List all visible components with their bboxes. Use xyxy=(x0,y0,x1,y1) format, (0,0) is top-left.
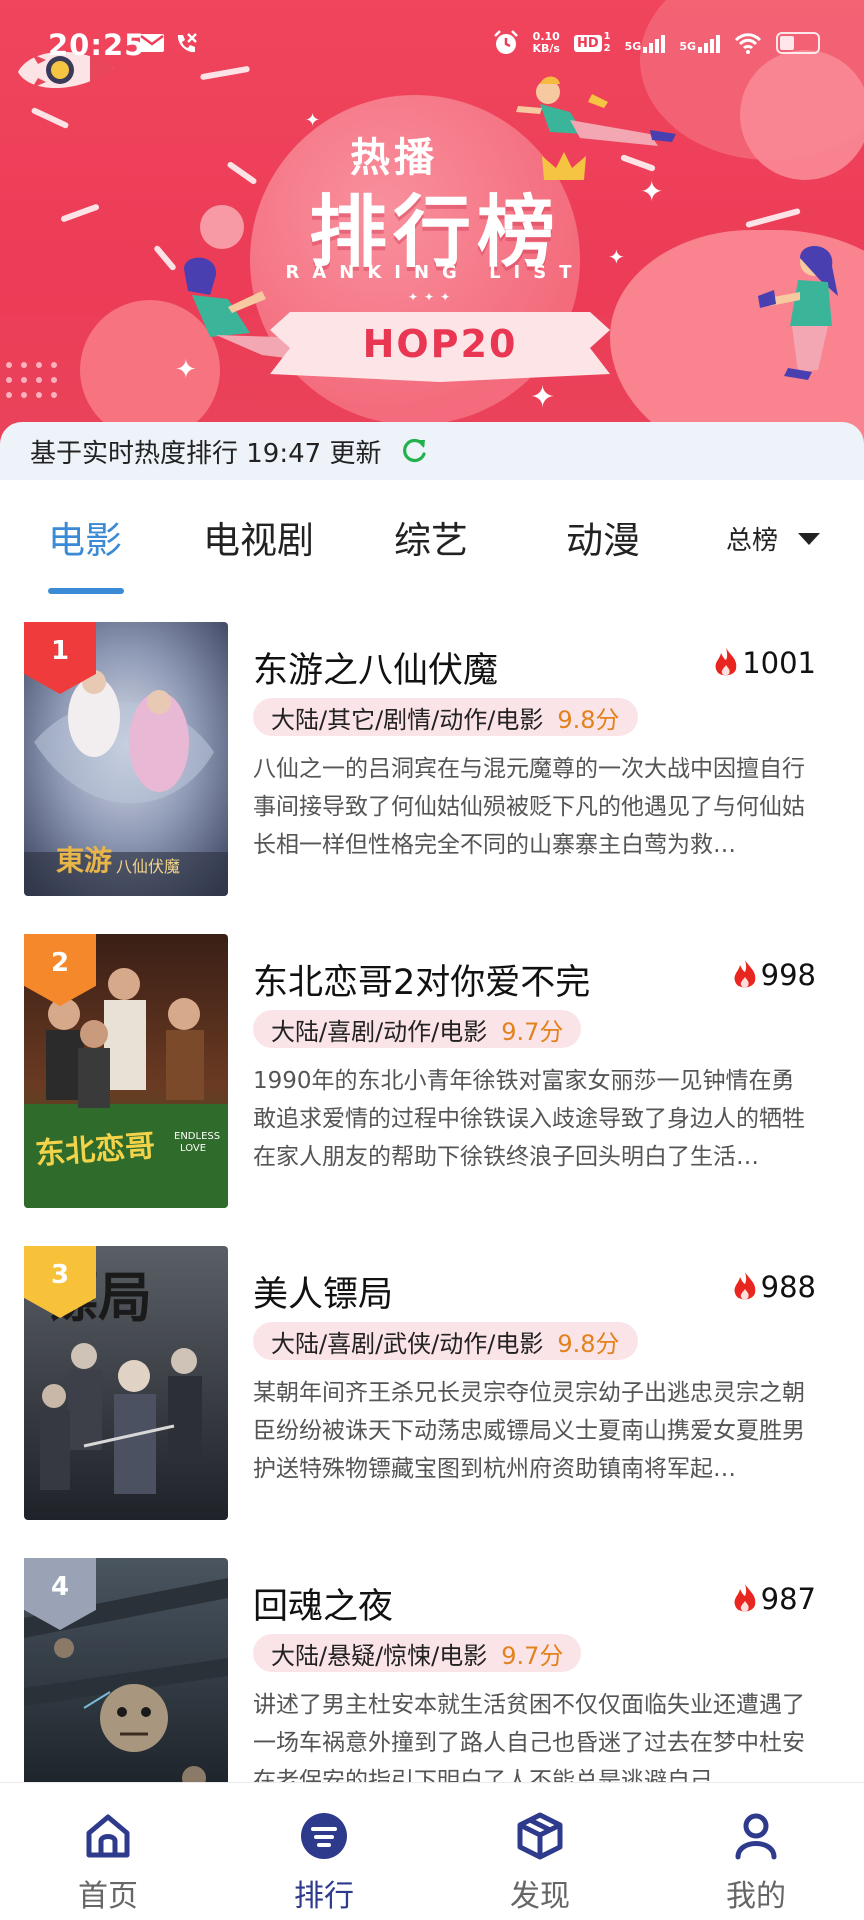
flame-icon xyxy=(734,1584,755,1612)
update-info-bar: 基于实时热度排行 19:47 更新 xyxy=(0,422,864,480)
hot-score: 998 xyxy=(731,958,816,992)
genre-tag: 大陆/悬疑/惊悚/电影 9.7分 xyxy=(253,1634,582,1672)
sparkle-icon: ✦ xyxy=(530,380,556,415)
list-item[interactable]: 东北恋哥 ENDLESS LOVE 2 东北恋哥2对你爱不完 998 大陆/喜剧… xyxy=(0,914,864,1226)
movie-description: 讲述了男主杜安本就生活贫困不仅仅面临失业还遭遇了一场车祸意外撞到了路人自己也昏迷… xyxy=(253,1692,805,1782)
status-time: 20:25 xyxy=(48,28,146,62)
sim2-signal: 5G xyxy=(679,33,720,53)
list-item[interactable]: 東游 八仙伏魔 1 东游之八仙伏魔 1001 大陆/其它/剧情/动作/电影 9.… xyxy=(0,602,864,914)
active-tab-indicator xyxy=(48,588,124,594)
home-icon xyxy=(86,1814,130,1858)
status-bar: 20:25 0.10 KB/s HD 12 5G 5G xyxy=(0,0,864,90)
sparkle-icon: ✦ xyxy=(305,110,321,131)
nav-ranking[interactable]: 排行 xyxy=(264,1809,384,1915)
movie-description: 某朝年间齐王杀兄长灵宗夺位灵宗幼子出逃忠灵宗之朝臣纷纷被诛天下动荡忠威镖局义士夏… xyxy=(253,1380,805,1482)
movie-title[interactable]: 美人镖局 xyxy=(253,1266,393,1317)
discover-box-icon xyxy=(517,1812,563,1860)
hero-bg-dot xyxy=(200,205,244,249)
movie-title[interactable]: 回魂之夜 xyxy=(253,1578,393,1629)
genre-text: 大陆/喜剧/武侠/动作/电影 xyxy=(271,1329,544,1358)
confetti xyxy=(226,160,258,186)
signal-bars-icon xyxy=(698,33,720,53)
sim1-label: 5G xyxy=(624,40,642,53)
genre-text: 大陆/喜剧/动作/电影 xyxy=(271,1017,488,1046)
hot-value: 1001 xyxy=(742,646,816,680)
sparkle-icon: ✦ xyxy=(608,245,625,269)
tab-anime[interactable]: 动漫 xyxy=(566,510,640,564)
ranking-scope-dropdown[interactable]: 总榜 xyxy=(726,520,820,557)
tab-tv-series[interactable]: 电视剧 xyxy=(203,510,314,564)
hot-value: 988 xyxy=(760,1270,816,1304)
genre-tag: 大陆/喜剧/动作/电影 9.7分 xyxy=(253,1010,582,1048)
rating-score: 9.7分 xyxy=(501,1017,564,1046)
hot-value: 998 xyxy=(760,958,816,992)
ranking-list: 東游 八仙伏魔 1 东游之八仙伏魔 1001 大陆/其它/剧情/动作/电影 9.… xyxy=(0,602,864,1782)
nav-discover-label: 发现 xyxy=(510,1879,570,1914)
ranking-icon xyxy=(301,1813,347,1859)
hot-score: 987 xyxy=(731,1582,816,1616)
update-time-text: 基于实时热度排行 19:47 更新 xyxy=(30,438,382,469)
hot-score: 988 xyxy=(731,1270,816,1304)
refresh-icon[interactable] xyxy=(399,436,429,466)
network-speed-unit: KB/s xyxy=(532,42,560,55)
caret-down-icon xyxy=(798,532,820,545)
sim1-signal: 5G xyxy=(625,33,666,53)
rating-score: 9.8分 xyxy=(557,705,620,734)
list-item[interactable]: 4 回魂之夜 987 大陆/悬疑/惊悚/电影 9.7分 讲述了男主杜安本就生活贫… xyxy=(0,1538,864,1782)
genre-tag: 大陆/其它/剧情/动作/电影 9.8分 xyxy=(253,698,638,736)
movie-description: 八仙之一的吕洞宾在与混元魔尊的一次大战中因擅自行事间接导致了何仙姑仙殒被贬下凡的… xyxy=(253,756,805,858)
bottom-navigation: 首页 排行 发现 我的 xyxy=(0,1782,864,1920)
hd-indicator: HD 12 xyxy=(573,31,611,55)
movie-title[interactable]: 东北恋哥2对你爱不完 xyxy=(253,954,590,1005)
category-tabs: 电影 电视剧 综艺 动漫 总榜 xyxy=(0,480,864,602)
nav-profile-label: 我的 xyxy=(726,1879,786,1914)
flame-icon xyxy=(734,1272,755,1300)
nav-home[interactable]: 首页 xyxy=(48,1809,168,1915)
movie-description: 1990年的东北小青年徐铁对富家女丽莎一见钟情在勇敢追求爱情的过程中徐铁误入歧途… xyxy=(253,1068,805,1170)
confetti xyxy=(745,207,801,229)
sparkle-dots: ✦✦✦ xyxy=(408,290,457,304)
standing-person-illustration xyxy=(758,246,838,380)
svg-text:八仙伏魔: 八仙伏魔 xyxy=(116,857,180,876)
tab-movie[interactable]: 电影 xyxy=(48,510,122,564)
confetti xyxy=(30,106,70,130)
tab-variety[interactable]: 综艺 xyxy=(394,510,468,564)
hero-subtitle: RANKING LIST xyxy=(285,262,585,283)
wifi-icon xyxy=(734,33,762,54)
svg-text:LOVE: LOVE xyxy=(180,1143,206,1154)
alarm-icon xyxy=(493,30,518,54)
hot-value: 987 xyxy=(760,1582,816,1616)
genre-tag: 大陆/喜剧/武侠/动作/电影 9.8分 xyxy=(253,1322,638,1360)
svg-text:ENDLESS: ENDLESS xyxy=(174,1131,220,1142)
status-icons: 0.10 KB/s HD 12 5G 5G xyxy=(493,30,820,56)
hd-label: HD xyxy=(573,34,602,52)
hero-badge: HOP20 xyxy=(362,322,518,366)
ranking-scope-label: 总榜 xyxy=(725,526,778,556)
rating-score: 9.7分 xyxy=(501,1641,564,1670)
mail-icon xyxy=(140,34,164,52)
hero-dot-grid xyxy=(6,362,57,398)
flame-icon xyxy=(715,648,737,676)
hot-score: 1001 xyxy=(712,646,816,680)
nav-home-label: 首页 xyxy=(78,1879,138,1914)
signal-bars-icon xyxy=(643,33,666,53)
network-speed: 0.10 KB/s xyxy=(533,31,560,55)
poster-title-art: 東游 xyxy=(56,844,112,877)
nav-profile[interactable]: 我的 xyxy=(696,1809,816,1915)
genre-text: 大陆/其它/剧情/动作/电影 xyxy=(271,705,544,734)
flame-icon xyxy=(734,960,755,988)
missed-call-icon xyxy=(177,33,197,53)
ranking-hero-banner: ✦ ✦ ✦ ✦ ✦ ✦✦✦ 20:25 0.10 KB/s HD 1 2 5G … xyxy=(0,0,864,478)
nav-ranking-label: 排行 xyxy=(294,1879,354,1914)
rating-score: 9.8分 xyxy=(557,1329,620,1358)
confetti xyxy=(60,203,100,223)
nav-discover[interactable]: 发现 xyxy=(480,1809,600,1915)
list-item[interactable]: 镖局 3 美人镖局 988 大陆/喜剧/武侠/动作/电影 9.8分 某朝年间齐王… xyxy=(0,1226,864,1538)
movie-title[interactable]: 东游之八仙伏魔 xyxy=(253,642,498,693)
sim2-label: 5G xyxy=(679,40,696,53)
genre-text: 大陆/悬疑/惊悚/电影 xyxy=(271,1641,488,1670)
profile-icon xyxy=(735,1813,777,1860)
battery-icon xyxy=(776,32,820,54)
crown-icon xyxy=(542,152,586,180)
